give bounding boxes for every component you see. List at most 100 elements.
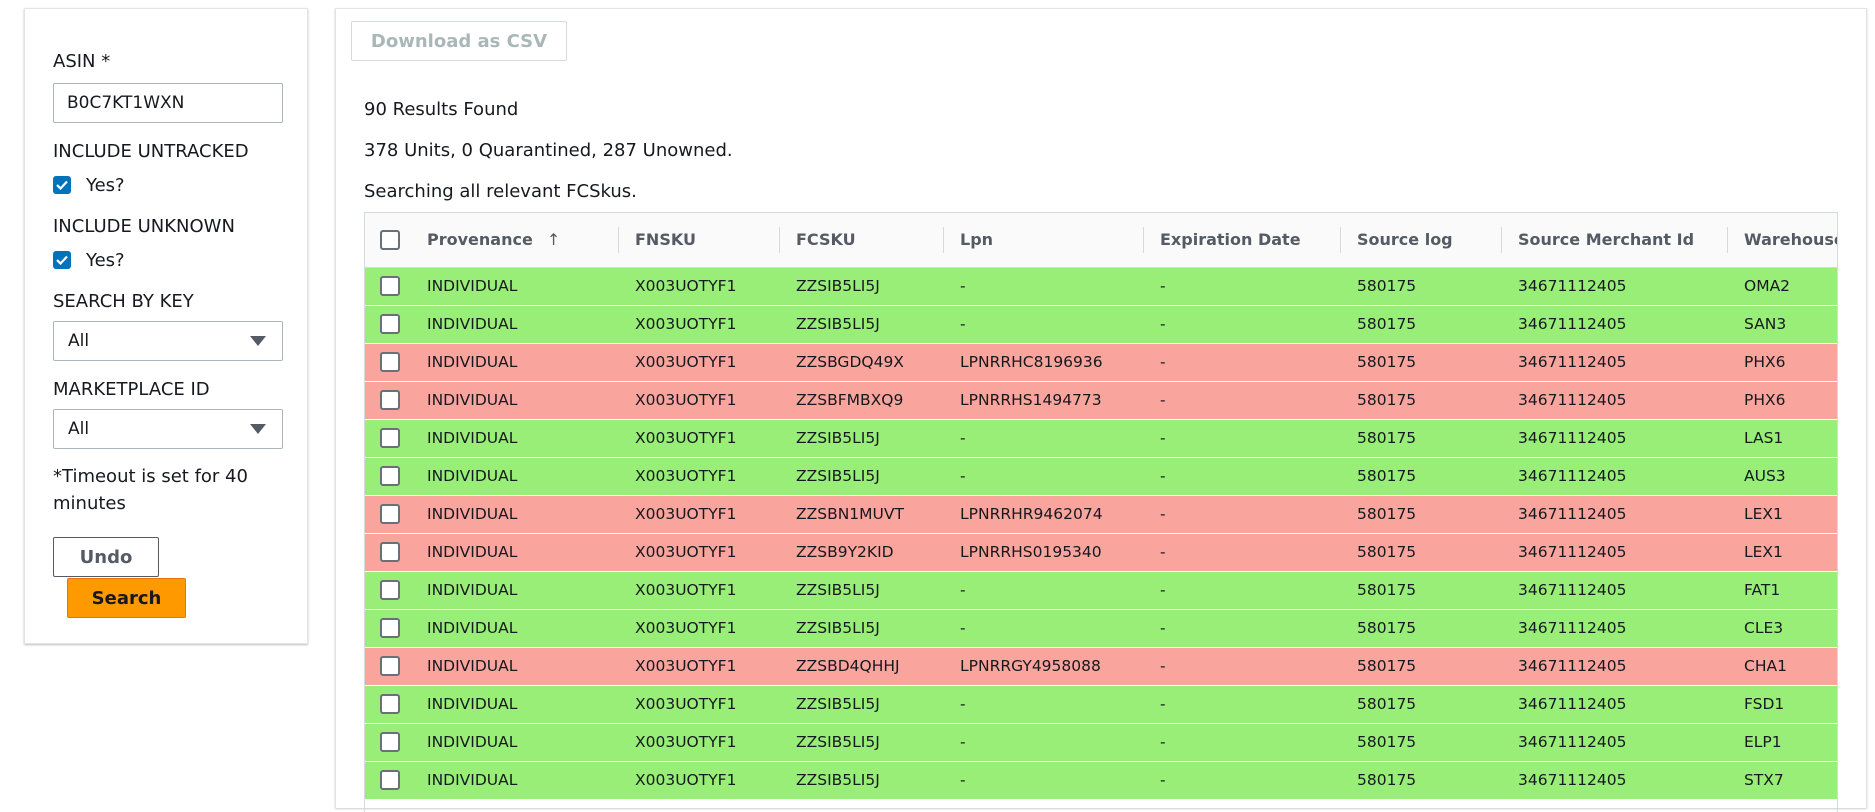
cell-source-log: 580175: [1341, 685, 1502, 724]
cell-fcsku: ZZSB9Y2KID: [780, 533, 944, 572]
column-header-fnsku[interactable]: FNSKU: [619, 213, 780, 268]
marketplace-select[interactable]: All: [53, 409, 283, 449]
row-checkbox[interactable]: [380, 428, 400, 448]
row-checkbox[interactable]: [380, 352, 400, 372]
search-by-key-select[interactable]: All: [53, 321, 283, 361]
row-checkbox-cell[interactable]: [365, 647, 411, 686]
row-checkbox[interactable]: [380, 618, 400, 638]
cell-fnsku: X003UOTYF1: [619, 761, 780, 800]
undo-button[interactable]: Undo: [53, 537, 159, 577]
column-header-expiration-date[interactable]: Expiration Date: [1144, 213, 1341, 268]
checkmark-icon[interactable]: [53, 251, 71, 269]
cell-source-merchant-id: 34671112405: [1502, 457, 1728, 496]
cell-warehouse-id: LAS1: [1728, 419, 1837, 458]
row-checkbox-cell[interactable]: [365, 381, 411, 420]
cell-fcsku: ZZSIB5LI5J: [780, 305, 944, 344]
cell-source-log: 580175: [1341, 761, 1502, 800]
column-header-lpn[interactable]: Lpn: [944, 213, 1144, 268]
row-checkbox[interactable]: [380, 656, 400, 676]
table-row[interactable]: INDIVIDUAL X003UOTYF1 ZZSBGDQ49X LPNRRHC819…: [365, 343, 1837, 382]
download-csv-button[interactable]: Download as CSV: [351, 21, 567, 61]
row-checkbox-cell[interactable]: [365, 495, 411, 534]
row-checkbox[interactable]: [380, 694, 400, 714]
row-checkbox-cell[interactable]: [365, 305, 411, 344]
asin-input[interactable]: [53, 83, 283, 123]
cell-provenance: INDIVIDUAL: [411, 343, 619, 382]
cell-provenance: INDIVIDUAL: [411, 533, 619, 572]
select-all-checkbox[interactable]: [380, 229, 400, 250]
cell-warehouse-id: ELP1: [1728, 723, 1837, 762]
search-panel: ASIN * INCLUDE UNTRACKED Yes? INCLUDE UN…: [24, 8, 308, 644]
row-checkbox[interactable]: [380, 542, 400, 562]
row-checkbox-cell[interactable]: [365, 419, 411, 458]
cell-provenance: INDIVIDUAL: [411, 761, 619, 800]
cell-warehouse-id: CLE3: [1728, 609, 1837, 648]
cell-expiration-date: -: [1144, 495, 1341, 534]
cell-lpn: -: [944, 609, 1144, 648]
row-checkbox-cell[interactable]: [365, 685, 411, 724]
include-untracked-checkbox[interactable]: Yes?: [53, 174, 125, 196]
row-checkbox[interactable]: [380, 770, 400, 790]
table-row[interactable]: INDIVIDUAL X003UOTYF1 ZZSIB5LI5J - -580175 34…: [365, 761, 1837, 800]
table-row[interactable]: INDIVIDUAL X003UOTYF1 ZZSBN1MUVT LPNRRHR946…: [365, 495, 1837, 534]
include-unknown-checkbox[interactable]: Yes?: [53, 249, 125, 271]
cell-expiration-date: -: [1144, 647, 1341, 686]
table-row[interactable]: INDIVIDUAL X003UOTYF1 ZZSIB5LI5J - -580175 34…: [365, 571, 1837, 610]
row-checkbox[interactable]: [380, 732, 400, 752]
cell-lpn: -: [944, 685, 1144, 724]
table-row[interactable]: INDIVIDUAL X003UOTYF1 ZZSIB5LI5J - -580175 34…: [365, 419, 1837, 458]
asin-label: ASIN *: [53, 51, 111, 72]
table-header-row: Provenance ↑ FNSKU FCSKU Lpn Expiration D…: [365, 213, 1837, 268]
row-checkbox[interactable]: [380, 580, 400, 600]
row-checkbox-cell[interactable]: [365, 533, 411, 572]
column-header-source-merchant-id[interactable]: Source Merchant Id: [1502, 213, 1728, 268]
arrow-up-icon[interactable]: ↑: [547, 230, 560, 249]
table-row[interactable]: INDIVIDUAL X003UOTYF1 ZZSIB5LI5J - -580175 34…: [365, 457, 1837, 496]
cell-source-merchant-id: 34671112405: [1502, 419, 1728, 458]
cell-source-merchant-id: 34671112405: [1502, 723, 1728, 762]
select-all-cell[interactable]: [365, 213, 411, 268]
row-checkbox[interactable]: [380, 276, 400, 296]
include-unknown-option: Yes?: [86, 249, 125, 271]
table-row[interactable]: INDIVIDUAL X003UOTYF1 ZZSBD4QHHJ LPNRRGY495…: [365, 647, 1837, 686]
marketplace-value: All: [68, 419, 90, 439]
marketplace-label: MARKETPLACE ID: [53, 379, 210, 400]
row-checkbox-cell[interactable]: [365, 343, 411, 382]
column-header-fcsku[interactable]: FCSKU: [780, 213, 944, 268]
table-row[interactable]: INDIVIDUAL X003UOTYF1 ZZSIB5LI5J - -580175 34…: [365, 685, 1837, 724]
cell-expiration-date: -: [1144, 533, 1341, 572]
table-row[interactable]: INDIVIDUAL X003UOTYF1 ZZSIB5LI5J - -580175 34…: [365, 723, 1837, 762]
checkmark-icon[interactable]: [53, 176, 71, 194]
row-checkbox[interactable]: [380, 504, 400, 524]
row-checkbox-cell[interactable]: [365, 761, 411, 800]
row-checkbox[interactable]: [380, 466, 400, 486]
cell-warehouse-id: FAT1: [1728, 571, 1837, 610]
column-header-warehouse-id[interactable]: Warehouse Id: [1728, 213, 1837, 268]
cell-fcsku: ZZSIB5LI5J: [780, 457, 944, 496]
cell-fnsku: X003UOTYF1: [619, 457, 780, 496]
column-header-provenance[interactable]: Provenance ↑: [411, 213, 619, 268]
row-checkbox-cell[interactable]: [365, 457, 411, 496]
table-row[interactable]: INDIVIDUAL X003UOTYF1 ZZSIB5LI5J - -580175 34…: [365, 609, 1837, 648]
table-row[interactable]: INDIVIDUAL X003UOTYF1 ZZSIB5LI5J - -580175 34…: [365, 305, 1837, 344]
cell-source-merchant-id: 34671112405: [1502, 609, 1728, 648]
table-row[interactable]: INDIVIDUAL X003UOTYF1 ZZSBFMBXQ9 LPNRRHS149…: [365, 381, 1837, 420]
row-checkbox[interactable]: [380, 390, 400, 410]
cell-source-merchant-id: 34671112405: [1502, 533, 1728, 572]
cell-lpn: LPNRRHS1494773: [944, 381, 1144, 420]
row-checkbox-cell[interactable]: [365, 571, 411, 610]
cell-source-log: 580175: [1341, 381, 1502, 420]
table-row[interactable]: INDIVIDUAL X003UOTYF1 ZZSIB5LI5J - -580175 34…: [365, 267, 1837, 306]
search-button[interactable]: Search: [67, 578, 186, 618]
row-checkbox-cell[interactable]: [365, 609, 411, 648]
cell-source-log: 580175: [1341, 723, 1502, 762]
row-checkbox-cell[interactable]: [365, 267, 411, 306]
row-checkbox-cell[interactable]: [365, 723, 411, 762]
cell-fnsku: X003UOTYF1: [619, 723, 780, 762]
cell-provenance: INDIVIDUAL: [411, 305, 619, 344]
row-checkbox[interactable]: [380, 314, 400, 334]
column-header-source-log[interactable]: Source log: [1341, 213, 1502, 268]
table-row[interactable]: INDIVIDUAL X003UOTYF1 ZZSB9Y2KID LPNRRHS019…: [365, 533, 1837, 572]
cell-expiration-date: -: [1144, 343, 1341, 382]
cell-fcsku: ZZSBFMBXQ9: [780, 381, 944, 420]
